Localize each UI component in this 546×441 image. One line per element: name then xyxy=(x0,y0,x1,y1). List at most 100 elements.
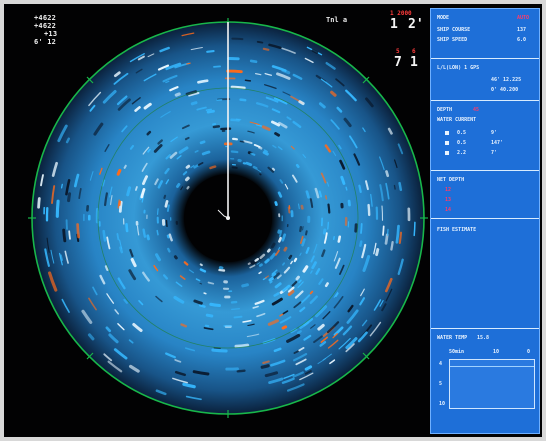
range-left-value: 1 xyxy=(390,17,398,32)
echo-stroke xyxy=(231,308,240,311)
echo-stroke xyxy=(385,170,390,178)
position-title: L/L(LON) 1 GPS xyxy=(437,65,480,71)
echo-stroke xyxy=(301,238,306,247)
echo-stroke xyxy=(67,192,72,203)
echo-stroke xyxy=(260,364,270,369)
echo-stroke xyxy=(123,164,127,169)
echo-stroke xyxy=(358,184,362,193)
echo-stroke xyxy=(318,190,323,198)
echo-stroke xyxy=(116,233,120,241)
echo-stroke xyxy=(264,258,270,264)
echo-stroke xyxy=(271,272,277,277)
readout-line-4: 6' 12 xyxy=(34,38,57,46)
net-depth-title: NET DEPTH xyxy=(437,177,465,183)
echo-stroke xyxy=(311,49,319,54)
echo-stroke xyxy=(250,152,256,156)
echo-stroke xyxy=(205,313,214,318)
echo-stroke xyxy=(231,166,238,169)
mode-value: AUTO xyxy=(517,15,530,21)
gain-left-value: 7 xyxy=(394,55,402,70)
temp-axis-mid: 10 xyxy=(493,349,500,355)
echo-stroke xyxy=(165,219,168,228)
ship-speed-label: SHIP SPEED xyxy=(437,37,468,43)
echo-stroke xyxy=(59,254,64,262)
echo-stroke xyxy=(322,228,327,235)
echo-stroke xyxy=(384,233,389,245)
temp-axis-right: 0 xyxy=(527,349,531,355)
echo-stroke xyxy=(241,283,249,288)
ship-course-label: SHIP COURSE xyxy=(437,27,471,33)
echo-stroke xyxy=(256,40,264,44)
echo-stroke xyxy=(266,248,271,253)
echo-stroke xyxy=(185,164,191,169)
echo-stroke xyxy=(270,242,276,249)
echo-stroke xyxy=(233,315,243,319)
echo-stroke xyxy=(118,200,121,207)
net-depth-value-3: 14 xyxy=(445,207,452,213)
echo-stroke xyxy=(166,204,170,212)
echo-stroke xyxy=(249,59,258,64)
echo-stroke xyxy=(254,257,260,262)
echo-stroke xyxy=(295,275,300,281)
water-current-title: WATER CURRENT xyxy=(437,117,477,123)
echo-stroke xyxy=(135,186,138,191)
echo-stroke xyxy=(185,176,190,182)
echo-stroke xyxy=(413,221,416,237)
echo-stroke xyxy=(76,223,80,239)
echo-stroke xyxy=(282,262,286,266)
echo-stroke xyxy=(327,203,331,214)
echo-stroke xyxy=(206,50,215,53)
echo-stroke xyxy=(359,240,363,247)
echo-stroke xyxy=(268,276,274,282)
echo-stroke xyxy=(239,98,247,102)
info-panel: MODE AUTO SHIP COURSE 137 SHIP SPEED 6.0… xyxy=(430,8,540,434)
echo-stroke xyxy=(324,282,329,288)
echo-stroke xyxy=(245,161,253,167)
echo-stroke xyxy=(163,194,167,199)
gain-right-value: 1 xyxy=(410,55,418,70)
echo-stroke xyxy=(288,254,293,260)
echo-stroke xyxy=(203,292,207,295)
panel-header-section: MODE AUTO SHIP COURSE 137 SHIP SPEED 6.0 xyxy=(431,9,539,59)
ship-speed-value: 6.0 xyxy=(517,37,527,43)
echo-stroke xyxy=(231,37,244,41)
echo-stroke xyxy=(180,323,187,328)
echo-stroke xyxy=(190,101,198,106)
echo-stroke xyxy=(234,343,250,348)
depth-value: 45 xyxy=(473,107,480,113)
current-layer-1-speed: 0.5 xyxy=(457,130,467,136)
range-top-label: 1 2000 xyxy=(390,10,412,17)
echo-stroke xyxy=(278,236,282,243)
echo-stroke xyxy=(332,235,335,241)
echo-stroke xyxy=(126,186,132,197)
echo-stroke xyxy=(218,268,226,272)
echo-stroke xyxy=(271,167,276,171)
echo-stroke xyxy=(258,271,262,275)
water-temp-trace xyxy=(450,366,534,367)
readout-line-1: +4622 xyxy=(34,14,57,22)
echo-stroke xyxy=(116,168,122,176)
mode-label: Tnl a xyxy=(326,16,348,24)
echo-stroke xyxy=(102,229,107,242)
echo-stroke xyxy=(68,230,71,240)
echo-stroke xyxy=(60,183,63,189)
echo-stroke xyxy=(367,203,371,217)
echo-stroke xyxy=(197,79,209,84)
echo-stroke xyxy=(164,200,169,208)
range-right-value: 2' xyxy=(408,17,424,32)
current-layer-1-icon xyxy=(445,131,449,135)
echo-stroke xyxy=(302,226,304,231)
current-layer-3-speed: 2.2 xyxy=(457,150,467,156)
top-left-readout: +4622 +4622 +13 6' 12 xyxy=(34,14,57,46)
readout-line-2: +4622 xyxy=(34,22,57,30)
current-layer-1-dir: 9' xyxy=(491,130,498,136)
echo-stroke xyxy=(146,130,152,136)
echo-stroke xyxy=(37,197,41,209)
echo-stroke xyxy=(176,182,181,188)
echo-stroke xyxy=(262,150,269,156)
echo-stroke xyxy=(293,257,298,263)
temp-y-label-2: 5 xyxy=(439,381,443,387)
echo-stroke xyxy=(146,234,150,241)
echo-stroke xyxy=(299,226,303,233)
depth-section: DEPTH 45 WATER CURRENT 0.5 9' 0.5 147' 2… xyxy=(431,101,539,171)
